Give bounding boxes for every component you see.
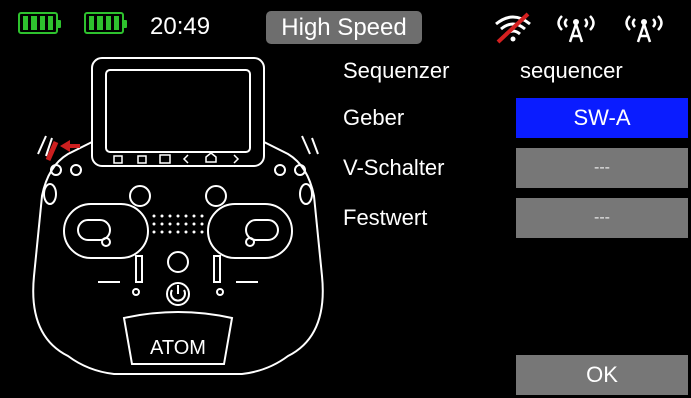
battery-icon: [18, 12, 61, 34]
wifi-off-icon: [495, 12, 531, 44]
transmitter-illustration: ATOM: [32, 57, 324, 375]
ok-button[interactable]: OK: [516, 355, 688, 395]
battery-icon: [84, 12, 127, 34]
label-festwert: Festwert: [343, 205, 428, 230]
geber-select[interactable]: SW-A: [516, 98, 688, 138]
brand-logo: ATOM: [150, 337, 206, 359]
label-sequenzer: Sequenzer: [343, 58, 450, 83]
antenna-icon: [625, 15, 663, 43]
label-geber: Geber: [343, 105, 405, 130]
sequencer-name-value: sequencer: [520, 58, 623, 83]
festwert-select[interactable]: ---: [516, 198, 688, 238]
mode-badge[interactable]: High Speed: [266, 11, 422, 44]
label-v-schalter: V-Schalter: [343, 155, 445, 180]
v-schalter-select[interactable]: ---: [516, 148, 688, 188]
antenna-icon: [557, 15, 595, 43]
clock: 20:49: [150, 13, 211, 40]
status-bar: 20:49 High Speed: [0, 0, 691, 50]
